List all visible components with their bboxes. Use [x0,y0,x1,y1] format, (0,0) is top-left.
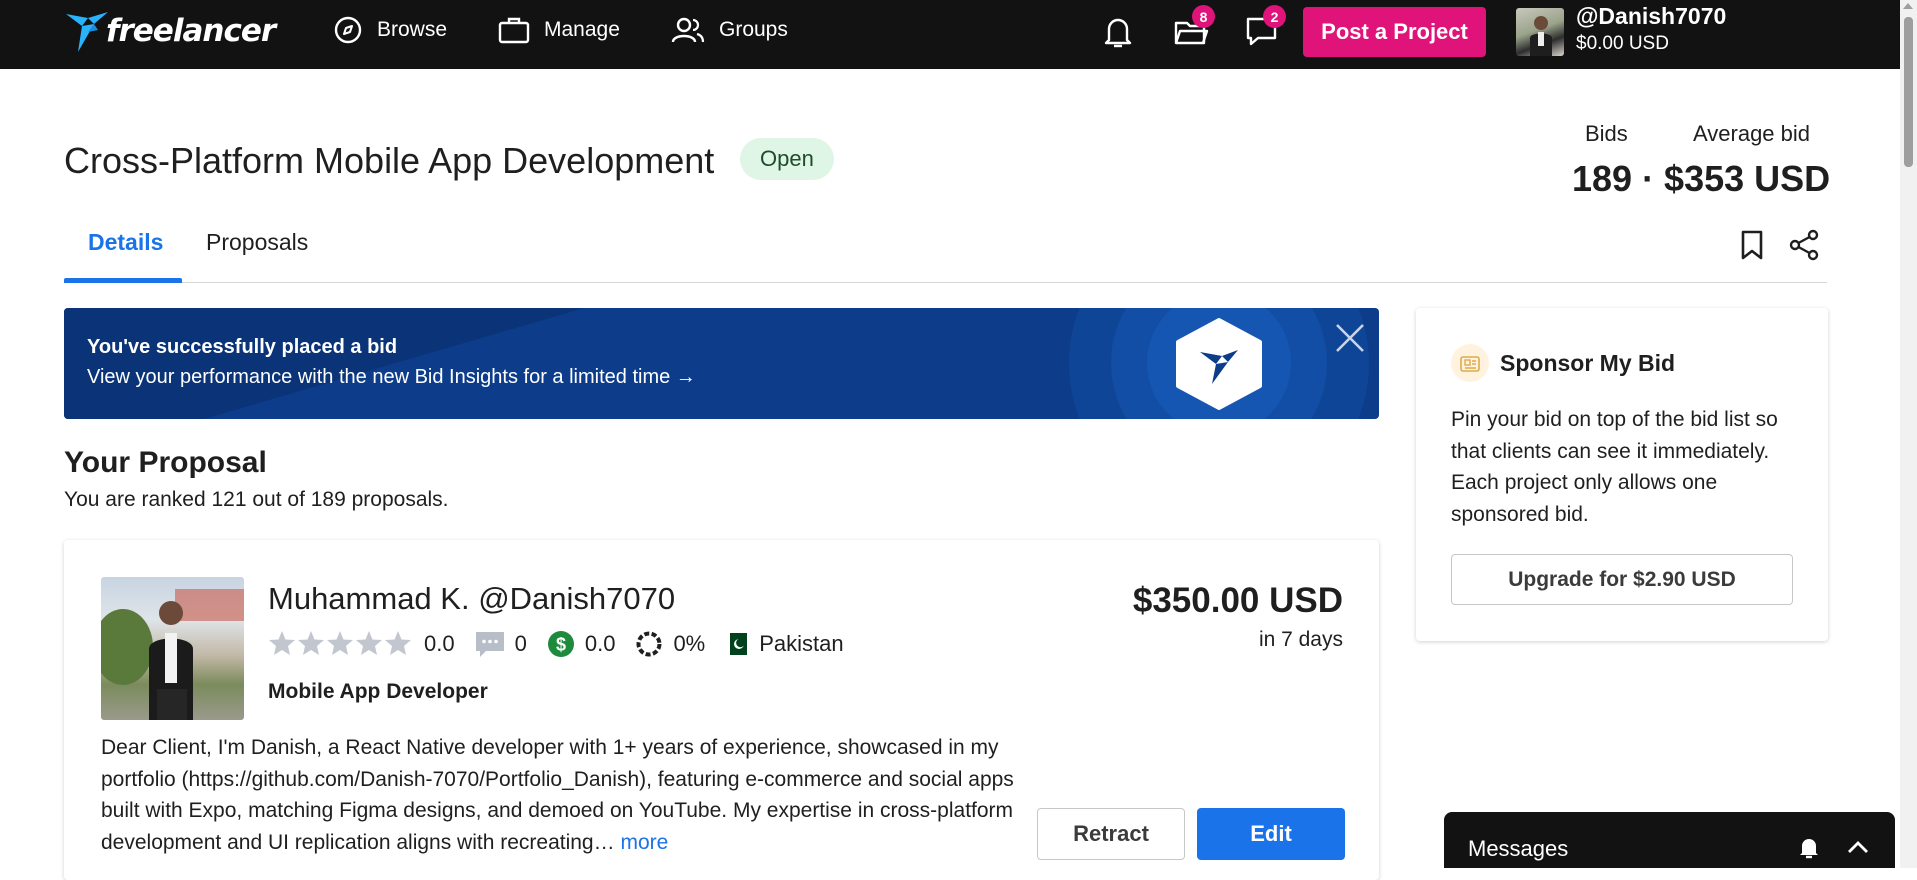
project-status-badge: Open [740,138,834,180]
top-navigation-bar: freelancer Browse Manage Groups 8 2 Post… [0,0,1917,69]
upgrade-button[interactable]: Upgrade for $2.90 USD [1451,554,1793,605]
tab-details[interactable]: Details [88,229,163,256]
sponsor-description: Pin your bid on top of the bid list so t… [1451,408,1778,526]
messages-expand-button[interactable] [1846,838,1870,861]
more-link[interactable]: more [620,831,668,854]
users-icon [671,17,705,43]
earnings-value: 0.0 [584,631,616,656]
svg-text:$: $ [556,635,566,655]
proposal-description: Dear Client, I'm Danish, a React Native … [101,732,1021,858]
retract-button[interactable]: Retract [1037,808,1185,860]
messages-panel[interactable]: Messages [1444,812,1895,868]
average-bid-label: Average bid [1693,121,1811,146]
scrollbar-thumb[interactable] [1904,17,1913,167]
banner-title: You've successfully placed a bid [87,336,398,358]
nav-browse[interactable]: Browse [333,15,447,45]
bell-icon [1104,18,1132,48]
profile-photo-image [101,589,244,720]
project-title: Cross-Platform Mobile App Development [64,140,715,181]
nav-manage-label: Manage [544,18,620,41]
sponsor-title: Sponsor My Bid [1500,350,1676,376]
star-rating-icon [269,631,411,655]
reviews-icon [475,632,504,657]
completion-rate-icon [636,631,662,657]
pakistan-flag-icon [725,633,748,655]
bid-amount: $350.00 USD [1132,581,1343,620]
bookmark-button[interactable] [1737,228,1767,267]
project-tabs: Details Proposals [64,225,1827,283]
freelancer-country: Pakistan [759,631,844,656]
edit-button[interactable]: Edit [1197,808,1345,860]
messages-panel-label: Messages [1468,836,1569,861]
nav-browse-label: Browse [377,18,448,41]
compass-icon [334,16,362,44]
tab-proposals[interactable]: Proposals [206,229,308,256]
freelancer-logo[interactable]: freelancer [64,8,276,54]
messages-count-badge: 2 [1263,5,1286,28]
bid-insights-banner[interactable]: You've successfully placed a bid View yo… [64,308,1379,419]
user-username[interactable]: @Danish7070 [1576,3,1726,30]
freelancer-hexagon-icon [1176,318,1262,410]
user-avatar[interactable] [1516,8,1564,56]
bell-icon [1800,839,1818,859]
bid-duration: in 7 days [1258,628,1343,651]
messages-button[interactable]: 2 [1244,5,1286,54]
proposal-card: Muhammad K. @Danish7070 0.0 0 $ 0.0 0% P… [64,540,1379,880]
messages-notification-toggle[interactable] [1798,836,1820,865]
nav-groups-label: Groups [719,18,788,41]
sponsor-bid-card: Sponsor My Bid Pin your bid on top of th… [1416,308,1828,641]
freelancer-stats: 0.0 0 $ 0.0 0% Pakistan [268,629,844,659]
scroll-up-arrow-icon[interactable] [1903,3,1913,9]
bookmark-icon [1741,230,1763,260]
share-icon [1789,229,1819,261]
bids-average-value: 189 · $353 USD [1572,158,1831,199]
notifications-button[interactable] [1101,14,1141,54]
freelancer-bird-icon [66,12,108,52]
freelancer-profile-photo[interactable] [101,577,244,720]
nav-groups[interactable]: Groups [671,15,788,45]
nav-manage[interactable]: Manage [498,15,620,45]
your-proposal-heading: Your Proposal [64,446,267,479]
projects-button[interactable]: 8 [1173,5,1215,54]
projects-count-badge: 8 [1192,5,1215,28]
banner-close-button[interactable] [1334,322,1366,359]
close-icon [1336,324,1364,352]
user-balance: $0.00 USD [1576,33,1669,54]
logo-text: freelancer [106,13,276,49]
briefcase-icon [498,17,530,44]
share-button[interactable] [1787,228,1821,267]
reviews-count: 0 [514,631,527,656]
dollar-icon: $ [547,631,574,657]
banner-link[interactable]: View your performance with the new Bid I… [87,366,696,389]
post-project-button[interactable]: Post a Project [1303,7,1486,57]
freelancer-name[interactable]: Muhammad K. @Danish7070 [268,581,675,617]
sponsor-badge-icon [1451,344,1489,382]
proposal-description-text: Dear Client, I'm Danish, a React Native … [101,736,1014,854]
rating-value: 0.0 [424,631,455,656]
freelancer-role: Mobile App Developer [268,680,488,703]
completion-rate: 0% [673,631,706,656]
proposal-rank-text: You are ranked 121 out of 189 proposals. [64,488,449,511]
chevron-up-icon [1848,841,1868,853]
avatar-image [1530,16,1552,56]
bids-label: Bids [1585,121,1628,146]
active-tab-indicator [64,278,182,283]
